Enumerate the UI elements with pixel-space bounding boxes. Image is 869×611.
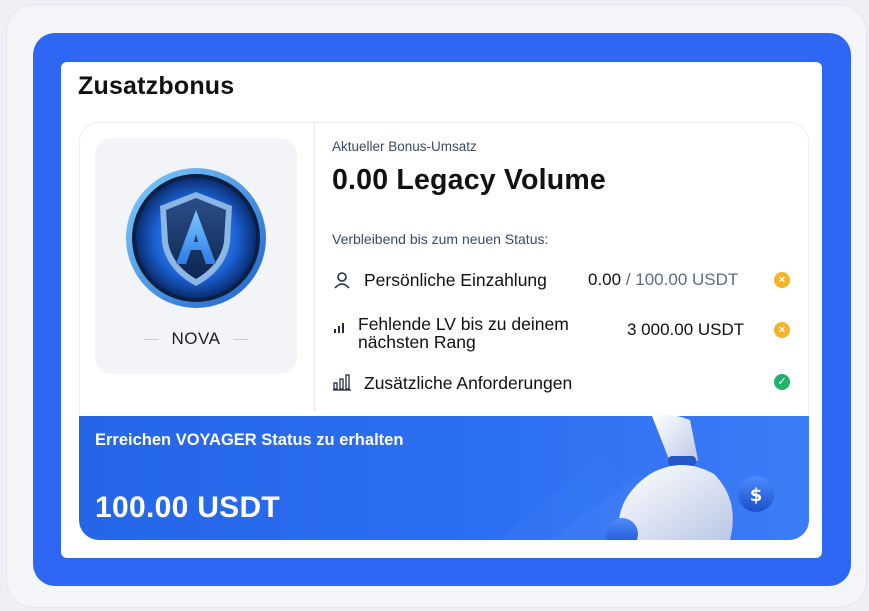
rank-line-left bbox=[143, 338, 158, 340]
card-divider bbox=[314, 122, 315, 412]
deposit-target: / 100.00 USDT bbox=[625, 270, 739, 289]
additional-status-complete-icon: ✓ bbox=[774, 374, 790, 390]
rank-name: NOVA bbox=[171, 329, 221, 348]
banner-amount: 100.00 USDT bbox=[95, 491, 281, 524]
deposit-status-pending-icon: × bbox=[774, 272, 790, 288]
requirement-lv-label-line2: nächsten Rang bbox=[358, 332, 476, 352]
current-bonus-value: 0.00 Legacy Volume bbox=[332, 164, 606, 196]
requirement-lv-value: 3 000.00 USDT bbox=[627, 320, 745, 339]
rank-shield-icon bbox=[126, 168, 266, 308]
requirement-deposit-label: Persönliche Einzahlung bbox=[364, 270, 547, 290]
bar-chart-icon bbox=[334, 323, 344, 333]
user-icon bbox=[334, 272, 350, 289]
svg-text:$: $ bbox=[750, 485, 763, 506]
requirement-additional-label: Zusätzliche Anforderungen bbox=[364, 373, 573, 393]
banner-text: Erreichen VOYAGER Status zu erhalten bbox=[95, 431, 404, 449]
requirement-lv-label: Fehlende LV bis zu deinem nächsten Rang bbox=[358, 315, 569, 351]
current-bonus-label: Aktueller Bonus-Umsatz bbox=[332, 139, 477, 154]
deposit-current: 0.00 bbox=[588, 270, 622, 289]
requirement-deposit-value: 0.00 / 100.00 USDT bbox=[588, 270, 738, 290]
rank-line-right bbox=[234, 338, 249, 340]
lv-status-pending-icon: × bbox=[774, 322, 790, 338]
bar-chart-icon bbox=[333, 374, 351, 391]
remaining-label: Verbleibend bis zum neuen Status: bbox=[332, 231, 549, 247]
page-title: Zusatzbonus bbox=[78, 72, 235, 100]
requirement-lv-label-line1: Fehlende LV bis zu deinem bbox=[358, 314, 569, 334]
rank-label-row: NOVA bbox=[95, 328, 297, 350]
money-bag-icon: $ bbox=[606, 414, 774, 540]
